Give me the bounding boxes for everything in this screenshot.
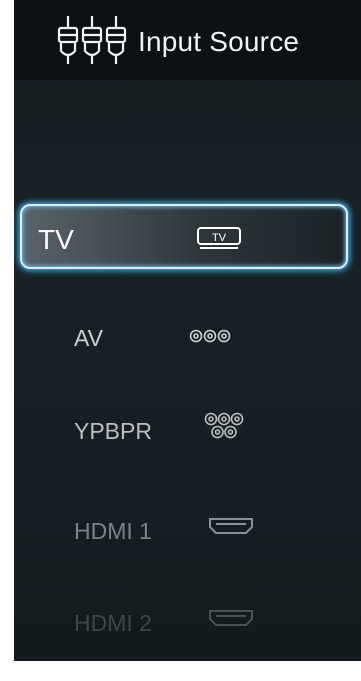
av-jacks-icon	[189, 329, 231, 343]
rca-plugs-icon	[57, 16, 127, 64]
source-label: AV	[74, 325, 103, 351]
source-item-ypbpr[interactable]: YPBPR	[14, 405, 361, 475]
hdmi-port-icon	[209, 518, 253, 534]
source-item-tv[interactable]: TV TV	[20, 204, 348, 269]
header: Input Source	[14, 0, 361, 80]
component-jacks-icon	[204, 412, 244, 439]
source-label: YPBPR	[74, 418, 152, 444]
source-item-hdmi1[interactable]: HDMI 1	[14, 505, 361, 575]
tv-icon: TV	[197, 227, 241, 249]
source-item-av[interactable]: AV	[14, 312, 361, 382]
input-source-panel: Input Source TV TV AV YPBPR HDMI 1 HDMI …	[14, 0, 361, 661]
source-label: HDMI 2	[74, 610, 152, 636]
hdmi-port-icon	[209, 610, 253, 626]
source-label: HDMI 1	[74, 518, 152, 544]
svg-text:TV: TV	[212, 232, 227, 244]
source-item-hdmi2[interactable]: HDMI 2	[14, 597, 361, 661]
page-title: Input Source	[138, 26, 300, 57]
source-label: TV	[38, 224, 74, 255]
